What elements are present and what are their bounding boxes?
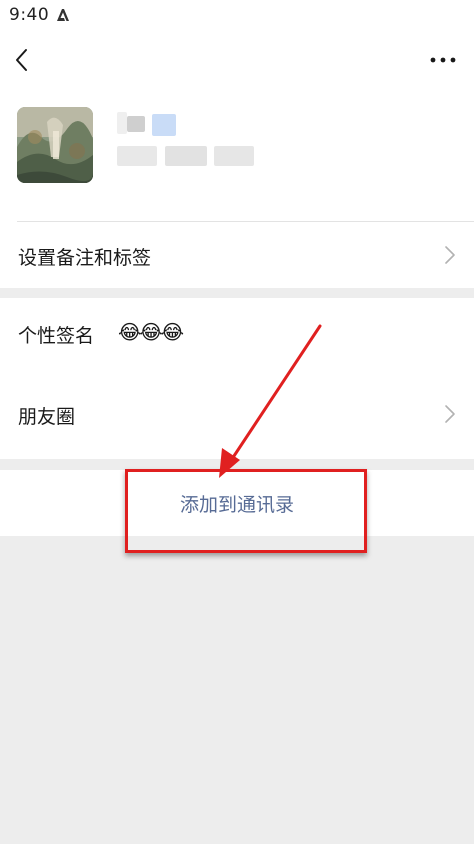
add-contact-section: 添加到通讯录 — [0, 470, 474, 536]
status-time: 9:40 — [9, 5, 50, 25]
back-button[interactable] — [6, 42, 40, 78]
remark-and-tags-row[interactable]: 设置备注和标签 — [0, 222, 474, 288]
chevron-right-icon — [445, 405, 455, 423]
chevron-left-icon — [16, 49, 27, 71]
info-section: 个性签名 😂😂😂 朋友圈 — [0, 298, 474, 459]
add-to-contacts-button[interactable]: 添加到通讯录 — [0, 470, 474, 536]
signature-label: 个性签名 — [18, 325, 95, 347]
a-notification-icon — [55, 7, 71, 23]
more-dots-icon — [430, 57, 456, 63]
signature-value: 😂😂😂 — [118, 320, 184, 344]
moments-label: 朋友圈 — [18, 406, 76, 428]
more-options-button[interactable] — [426, 45, 460, 75]
profile-header — [0, 92, 474, 222]
nav-bar — [0, 30, 474, 92]
chevron-right-icon — [445, 246, 455, 264]
remark-and-tags-label: 设置备注和标签 — [18, 247, 152, 269]
landscape-painting-avatar — [17, 107, 93, 183]
add-to-contacts-label: 添加到通讯录 — [179, 494, 294, 516]
status-bar: 9:40 — [0, 0, 474, 30]
avatar[interactable] — [17, 107, 93, 183]
